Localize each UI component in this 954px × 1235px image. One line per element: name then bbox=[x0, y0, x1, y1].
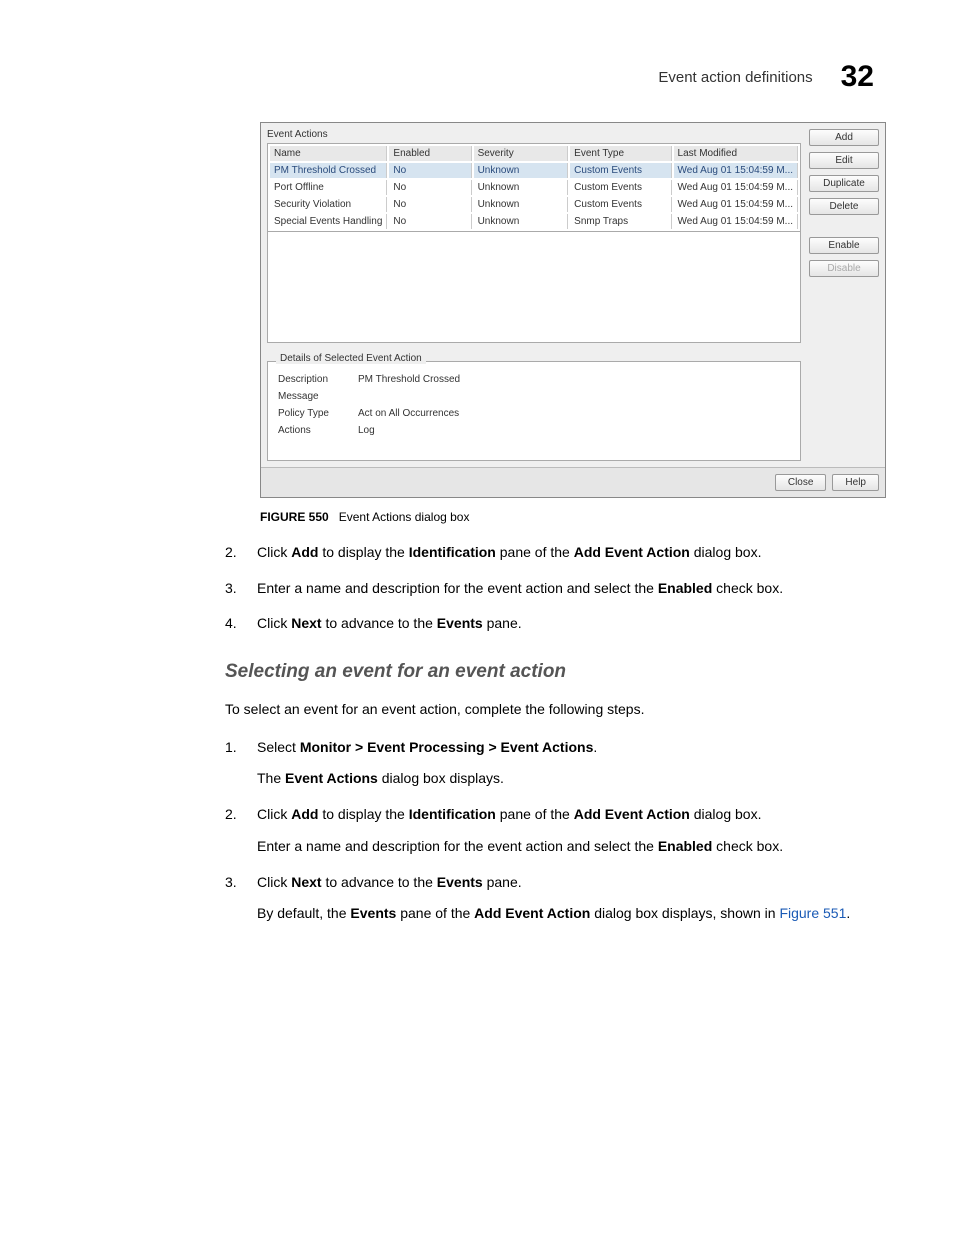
table-empty-area bbox=[267, 232, 801, 343]
detail-value-description: PM Threshold Crossed bbox=[358, 374, 460, 385]
cell-severity: Unknown bbox=[474, 214, 569, 229]
cell-severity: Unknown bbox=[474, 197, 569, 212]
step-number: 3. bbox=[225, 578, 257, 600]
col-last-modified[interactable]: Last Modified bbox=[674, 146, 798, 161]
cell-modified: Wed Aug 01 15:04:59 M... bbox=[674, 163, 798, 178]
page-number: 32 bbox=[841, 60, 874, 94]
step-item: 4. Click Next to advance to the Events p… bbox=[225, 613, 874, 635]
cell-enabled: No bbox=[389, 214, 471, 229]
table-row[interactable]: Special Events Handling No Unknown Snmp … bbox=[270, 214, 798, 229]
col-name[interactable]: Name bbox=[270, 146, 387, 161]
step-content: Click Add to display the Identification … bbox=[257, 542, 874, 564]
table-row[interactable]: Port Offline No Unknown Custom Events We… bbox=[270, 180, 798, 195]
details-title: Details of Selected Event Action bbox=[276, 353, 426, 364]
step-number: 3. bbox=[225, 872, 257, 925]
delete-button[interactable]: Delete bbox=[809, 198, 879, 215]
step-item: 2. Click Add to display the Identificati… bbox=[225, 542, 874, 564]
cell-event-type: Custom Events bbox=[570, 197, 671, 212]
step-content: Click Next to advance to the Events pane… bbox=[257, 613, 874, 635]
detail-label-description: Description bbox=[278, 374, 358, 385]
figure-label: FIGURE 550 bbox=[260, 510, 329, 524]
detail-label-actions: Actions bbox=[278, 425, 358, 436]
step-number: 4. bbox=[225, 613, 257, 635]
details-panel: Details of Selected Event Action Descrip… bbox=[267, 361, 801, 461]
dialog-figure: Event Actions Name Enabled Severity Even… bbox=[260, 122, 874, 498]
cell-severity: Unknown bbox=[474, 180, 569, 195]
cell-event-type: Custom Events bbox=[570, 163, 671, 178]
disable-button[interactable]: Disable bbox=[809, 260, 879, 277]
detail-value-policy-type: Act on All Occurrences bbox=[358, 408, 459, 419]
step-item: 3. Enter a name and description for the … bbox=[225, 578, 874, 600]
edit-button[interactable]: Edit bbox=[809, 152, 879, 169]
intro-paragraph: To select an event for an event action, … bbox=[225, 699, 874, 721]
cell-enabled: No bbox=[389, 197, 471, 212]
cell-severity: Unknown bbox=[474, 163, 569, 178]
page-header: Event action definitions 32 bbox=[90, 60, 874, 94]
enable-button[interactable]: Enable bbox=[809, 237, 879, 254]
figure-text: Event Actions dialog box bbox=[339, 510, 470, 524]
dialog-footer: Close Help bbox=[261, 467, 885, 497]
step-item: 3. Click Next to advance to the Events p… bbox=[225, 872, 874, 925]
detail-value-actions: Log bbox=[358, 425, 375, 436]
cell-name: Security Violation bbox=[270, 197, 387, 212]
event-actions-table: Name Enabled Severity Event Type Last Mo… bbox=[267, 143, 801, 232]
table-row[interactable]: PM Threshold Crossed No Unknown Custom E… bbox=[270, 163, 798, 178]
step-content: Click Add to display the Identification … bbox=[257, 804, 874, 857]
header-title: Event action definitions bbox=[658, 69, 812, 86]
section-heading: Selecting an event for an event action bbox=[225, 661, 874, 683]
table-row[interactable]: Security Violation No Unknown Custom Eve… bbox=[270, 197, 798, 212]
dialog-button-column: Add Edit Duplicate Delete Enable Disable bbox=[801, 129, 879, 461]
cell-enabled: No bbox=[389, 180, 471, 195]
cell-modified: Wed Aug 01 15:04:59 M... bbox=[674, 214, 798, 229]
col-severity[interactable]: Severity bbox=[474, 146, 569, 161]
event-actions-dialog: Event Actions Name Enabled Severity Even… bbox=[260, 122, 886, 498]
table-header-row: Name Enabled Severity Event Type Last Mo… bbox=[270, 146, 798, 161]
step-content: Enter a name and description for the eve… bbox=[257, 578, 874, 600]
add-button[interactable]: Add bbox=[809, 129, 879, 146]
cell-enabled: No bbox=[389, 163, 471, 178]
detail-label-policy-type: Policy Type bbox=[278, 408, 358, 419]
cell-event-type: Custom Events bbox=[570, 180, 671, 195]
step-number: 2. bbox=[225, 804, 257, 857]
step-item: 1. Select Monitor > Event Processing > E… bbox=[225, 737, 874, 790]
cell-modified: Wed Aug 01 15:04:59 M... bbox=[674, 180, 798, 195]
dialog-title: Event Actions bbox=[267, 129, 801, 140]
step-item: 2. Click Add to display the Identificati… bbox=[225, 804, 874, 857]
col-enabled[interactable]: Enabled bbox=[389, 146, 471, 161]
cell-modified: Wed Aug 01 15:04:59 M... bbox=[674, 197, 798, 212]
close-button[interactable]: Close bbox=[775, 474, 827, 491]
help-button[interactable]: Help bbox=[832, 474, 879, 491]
cell-name: Special Events Handling bbox=[270, 214, 387, 229]
cell-name: Port Offline bbox=[270, 180, 387, 195]
step-number: 1. bbox=[225, 737, 257, 790]
step-content: Click Next to advance to the Events pane… bbox=[257, 872, 874, 925]
figure-caption: FIGURE 550 Event Actions dialog box bbox=[260, 510, 874, 524]
step-number: 2. bbox=[225, 542, 257, 564]
detail-label-message: Message bbox=[278, 391, 358, 402]
cell-event-type: Snmp Traps bbox=[570, 214, 671, 229]
figure-link[interactable]: Figure 551 bbox=[779, 905, 846, 921]
step-content: Select Monitor > Event Processing > Even… bbox=[257, 737, 874, 790]
duplicate-button[interactable]: Duplicate bbox=[809, 175, 879, 192]
cell-name: PM Threshold Crossed bbox=[270, 163, 387, 178]
col-event-type[interactable]: Event Type bbox=[570, 146, 671, 161]
